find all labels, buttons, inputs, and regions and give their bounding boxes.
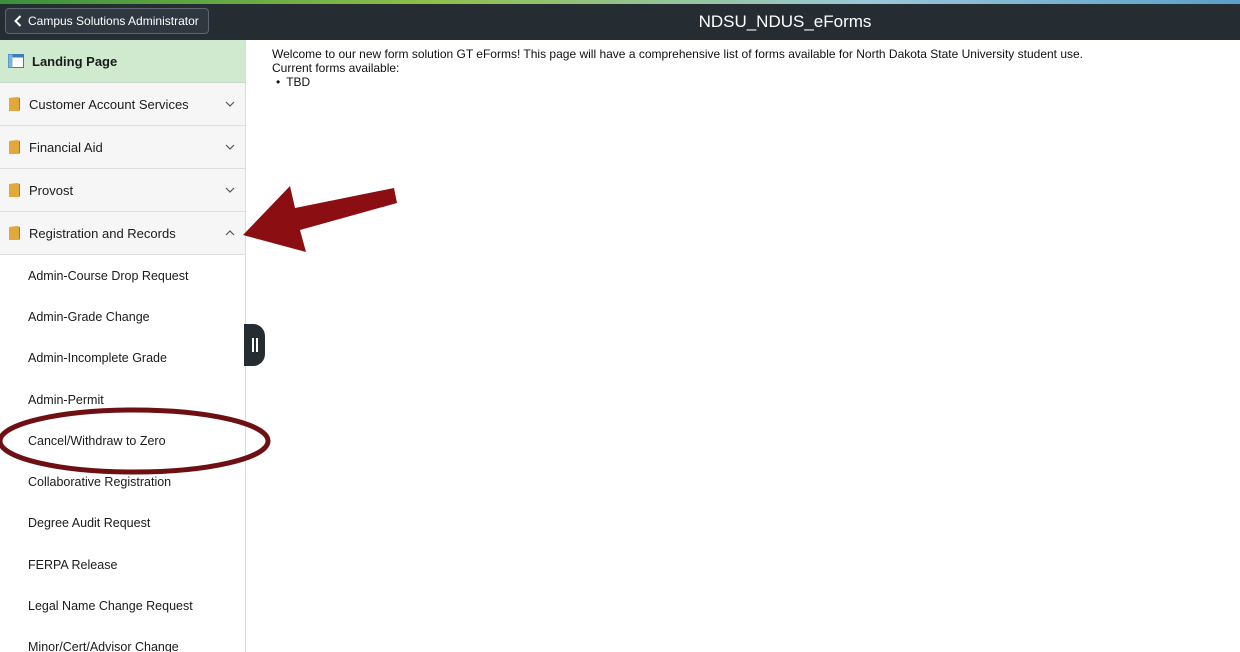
sidebar-category-label: Registration and Records <box>29 225 176 241</box>
sidebar-category-customer-account-services[interactable]: Customer Account Services <box>0 83 245 126</box>
chevron-up-icon <box>225 230 235 236</box>
current-forms-label: Current forms available: <box>272 61 400 75</box>
sidebar-item-admin-course-drop-request[interactable]: Admin-Course Drop Request <box>0 255 245 297</box>
sidebar-item-legal-name-change-request[interactable]: Legal Name Change Request <box>0 585 245 627</box>
forms-list: TBD <box>272 75 1083 89</box>
folder-icon <box>9 183 20 197</box>
sidebar-item-minor-cert-advisor-change[interactable]: Minor/Cert/Advisor Change <box>0 626 245 652</box>
chevron-down-icon <box>225 101 235 107</box>
sidebar-item-collaborative-registration[interactable]: Collaborative Registration <box>0 461 245 503</box>
folder-icon <box>9 226 20 240</box>
page-title: NDSU_NDUS_eForms <box>698 12 872 31</box>
sidebar-category-financial-aid[interactable]: Financial Aid <box>0 126 245 169</box>
sidebar-item-cancel-withdraw-to-zero[interactable]: Cancel/Withdraw to Zero <box>0 420 245 462</box>
sidebar-item-label: Landing Page <box>32 53 118 69</box>
sidebar-item-degree-audit-request[interactable]: Degree Audit Request <box>0 502 245 545</box>
annotation-arrow <box>243 186 397 252</box>
app-header: Campus Solutions Administrator NDSU_NDUS… <box>0 4 1240 40</box>
sidebar-item-ferpa-release[interactable]: FERPA Release <box>0 544 245 586</box>
list-item: TBD <box>276 75 1083 89</box>
sidebar-category-label: Customer Account Services <box>29 96 189 112</box>
landing-page-icon <box>8 54 24 68</box>
sidebar-category-label: Financial Aid <box>29 139 103 155</box>
sidebar-item-admin-incomplete-grade[interactable]: Admin-Incomplete Grade <box>0 337 245 379</box>
sidebar-item-landing-page[interactable]: Landing Page <box>0 40 245 83</box>
folder-icon <box>9 97 20 111</box>
sidebar-collapse-handle[interactable] <box>244 324 265 366</box>
sidebar-category-registration-and-records[interactable]: Registration and Records <box>0 212 245 255</box>
welcome-text: Welcome to our new form solution GT eFor… <box>272 47 1084 61</box>
sidebar-item-admin-grade-change[interactable]: Admin-Grade Change <box>0 296 245 338</box>
collapse-handle-icon <box>251 338 258 352</box>
folder-icon <box>9 140 20 154</box>
chevron-down-icon <box>225 187 235 193</box>
sidebar-category-provost[interactable]: Provost <box>0 169 245 212</box>
sidebar-category-label: Provost <box>29 182 74 198</box>
main-content: Welcome to our new form solution GT eFor… <box>272 47 1083 89</box>
sidebar: Landing Page Customer Account Services F… <box>0 40 246 652</box>
chevron-down-icon <box>225 144 235 150</box>
sidebar-item-admin-permit[interactable]: Admin-Permit <box>0 378 245 421</box>
